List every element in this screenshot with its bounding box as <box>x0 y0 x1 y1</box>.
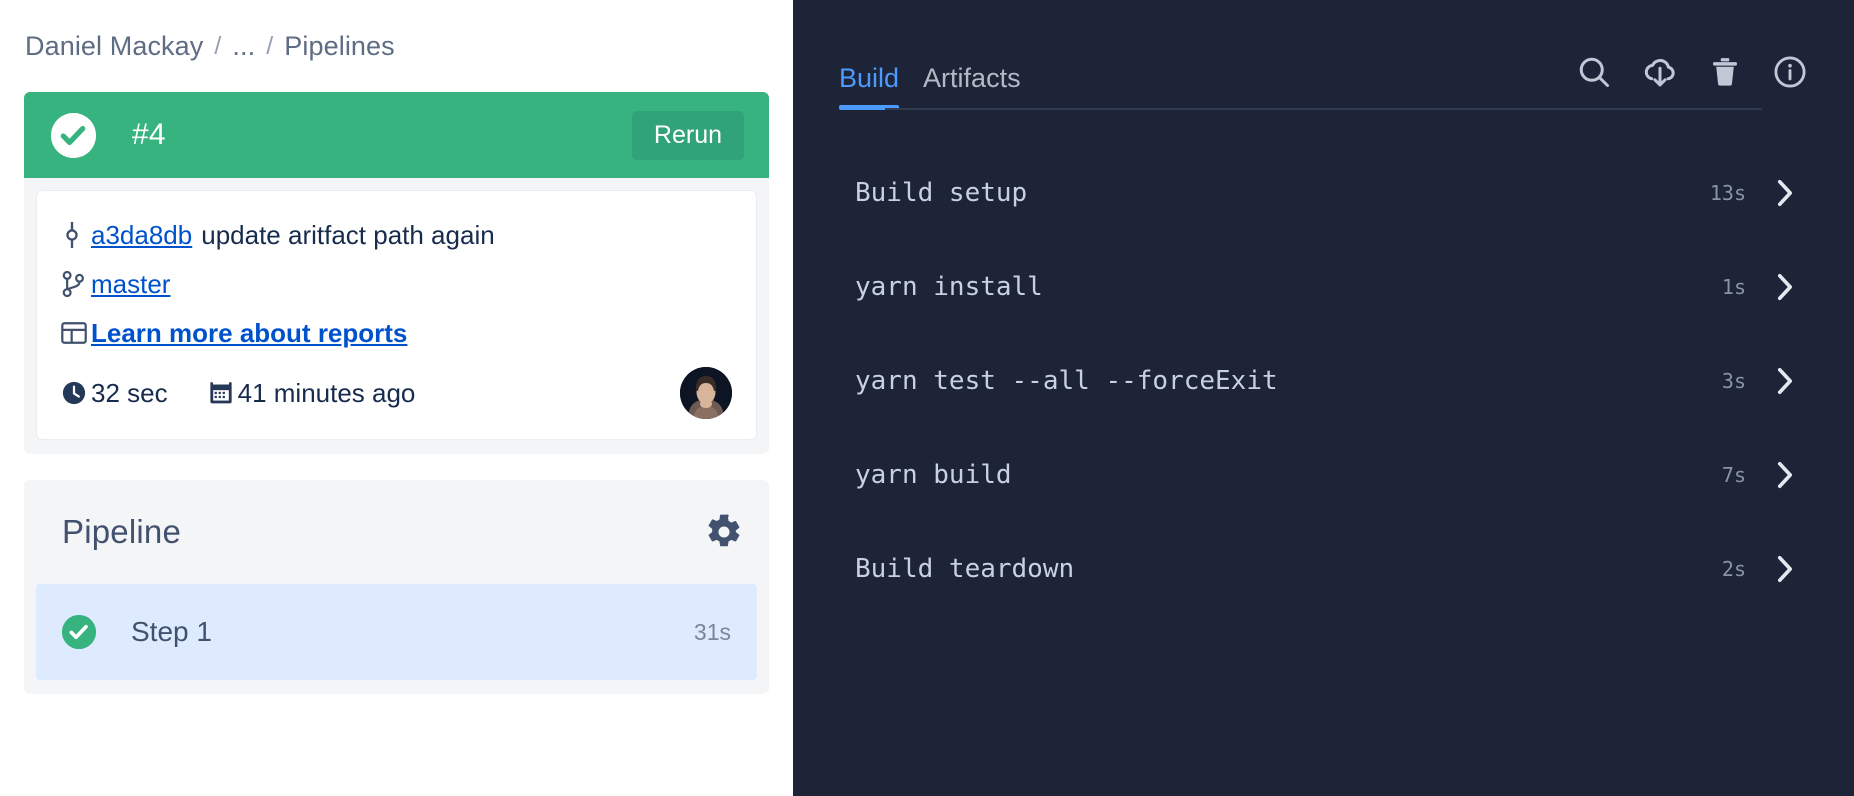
build-step-meta: 2s <box>1722 554 1796 584</box>
rerun-button[interactable]: Rerun <box>632 111 744 160</box>
pipeline-step-row[interactable]: Step 1 31s <box>36 584 757 680</box>
commit-message: update aritfact path again <box>201 220 494 251</box>
tab-artifacts[interactable]: Artifacts <box>911 63 1033 110</box>
duration-item: 32 sec <box>61 378 168 409</box>
breadcrumb: Daniel Mackay / ... / Pipelines <box>24 0 769 92</box>
build-meta-row: 32 sec <box>61 367 732 419</box>
reports-row: Learn more about reports <box>61 311 732 355</box>
chevron-right-icon[interactable] <box>1774 366 1796 396</box>
left-panel: Daniel Mackay / ... / Pipelines #4 Rerun <box>0 0 793 796</box>
build-step-meta: 13s <box>1710 178 1796 208</box>
duration-text: 32 sec <box>91 378 168 409</box>
tabs-underline <box>885 108 1762 110</box>
calendar-icon <box>208 380 238 406</box>
build-body: a3da8db update aritfact path again <box>24 178 769 454</box>
breadcrumb-item-owner[interactable]: Daniel Mackay <box>25 31 203 62</box>
build-step-name: Build teardown <box>855 554 1074 584</box>
build-step-meta: 7s <box>1722 460 1796 490</box>
avatar[interactable] <box>680 367 732 419</box>
build-step-name: yarn install <box>855 272 1043 302</box>
info-icon[interactable] <box>1772 54 1808 90</box>
build-step-row[interactable]: Build setup 13s <box>839 146 1808 240</box>
tab-actions <box>1576 54 1808 110</box>
build-step-row[interactable]: yarn install 1s <box>839 240 1808 334</box>
pipeline-step-duration: 31s <box>694 619 731 646</box>
build-step-duration: 13s <box>1710 181 1746 205</box>
check-circle-icon <box>51 113 96 158</box>
tab-list: Build Artifacts <box>839 63 1033 110</box>
build-step-duration: 3s <box>1722 369 1746 393</box>
build-step-duration: 1s <box>1722 275 1746 299</box>
branch-row: master <box>61 262 732 306</box>
breadcrumb-item-ellipsis[interactable]: ... <box>232 31 255 62</box>
build-step-row[interactable]: yarn test --all --forceExit 3s <box>839 334 1808 428</box>
commit-icon <box>61 221 91 249</box>
build-step-duration: 7s <box>1722 463 1746 487</box>
chevron-right-icon[interactable] <box>1774 178 1796 208</box>
build-step-name: Build setup <box>855 178 1027 208</box>
build-header: #4 Rerun <box>24 92 769 178</box>
branch-link[interactable]: master <box>91 269 170 300</box>
check-circle-icon <box>62 615 96 649</box>
pipeline-card: Pipeline Step 1 31s <box>24 480 769 694</box>
build-summary-card: #4 Rerun a3da8db update a <box>24 92 769 454</box>
build-steps-list: Build setup 13s yarn install 1s <box>839 146 1808 616</box>
pipelines-build-view: Daniel Mackay / ... / Pipelines #4 Rerun <box>0 0 1854 796</box>
tab-build[interactable]: Build <box>839 63 911 110</box>
right-panel: Build Artifacts <box>793 0 1854 796</box>
tabs-bar: Build Artifacts <box>839 0 1808 110</box>
trash-icon[interactable] <box>1708 55 1742 89</box>
branch-icon <box>61 271 91 297</box>
pipeline-step-label: Step 1 <box>131 616 212 648</box>
build-step-name: yarn build <box>855 460 1012 490</box>
pipeline-title: Pipeline <box>62 513 181 551</box>
chevron-right-icon[interactable] <box>1774 554 1796 584</box>
download-cloud-icon[interactable] <box>1642 54 1678 90</box>
build-step-row[interactable]: yarn build 7s <box>839 428 1808 522</box>
report-icon <box>61 321 91 345</box>
build-step-row[interactable]: Build teardown 2s <box>839 522 1808 616</box>
breadcrumb-separator: / <box>266 32 273 61</box>
relative-time-item: 41 minutes ago <box>208 378 416 409</box>
chevron-right-icon[interactable] <box>1774 460 1796 490</box>
build-step-name: yarn test --all --forceExit <box>855 366 1278 396</box>
build-step-meta: 3s <box>1722 366 1796 396</box>
search-icon[interactable] <box>1576 54 1612 90</box>
breadcrumb-item-pipelines[interactable]: Pipelines <box>284 31 394 62</box>
commit-hash-link[interactable]: a3da8db <box>91 220 192 251</box>
breadcrumb-separator: / <box>214 32 221 61</box>
chevron-right-icon[interactable] <box>1774 272 1796 302</box>
pipeline-header: Pipeline <box>36 480 757 584</box>
clock-icon <box>61 380 91 406</box>
reports-link[interactable]: Learn more about reports <box>91 318 407 349</box>
relative-time-text: 41 minutes ago <box>238 378 416 409</box>
commit-row: a3da8db update aritfact path again <box>61 213 732 257</box>
build-info-card: a3da8db update aritfact path again <box>36 190 757 440</box>
gear-icon[interactable] <box>705 513 743 551</box>
build-step-duration: 2s <box>1722 557 1746 581</box>
build-number: #4 <box>132 118 166 152</box>
build-step-meta: 1s <box>1722 272 1796 302</box>
